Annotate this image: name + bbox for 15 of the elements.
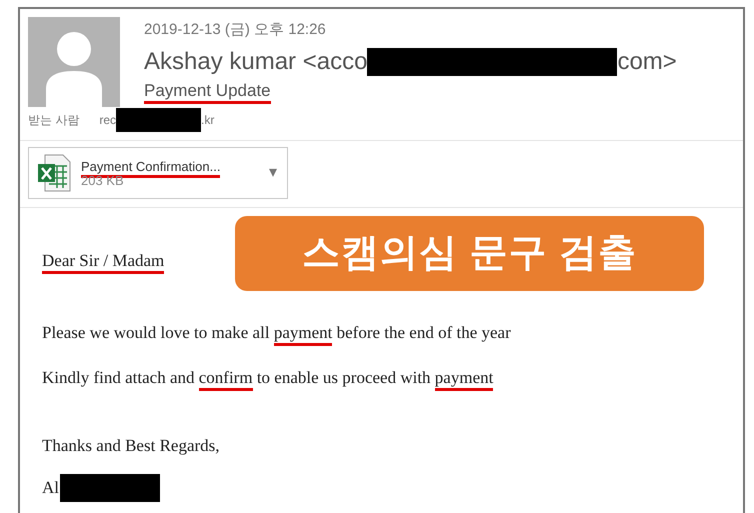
paragraph-text: Kindly find attach and confirm to enable us proceed with payment: [42, 365, 735, 390]
attachment-chip[interactable]: Payment Confirmation... 203 KB ▾: [28, 147, 288, 199]
alert-banner: 스캠의심 문구 검출: [235, 216, 704, 291]
sender-text: Akshay kumar <acco: [144, 48, 368, 76]
recipient-text: .kr: [201, 112, 214, 129]
caret-icon: ▾: [269, 161, 277, 185]
subject-text: Payment Update: [144, 81, 271, 104]
recipient-label: 받는 사람: [28, 112, 80, 129]
date-text: 2019-12-13 (금) 오후 12:26: [144, 20, 327, 40]
recipient-text: rec: [99, 112, 116, 129]
spreadsheet-icon: [37, 154, 71, 192]
signature-text: Al: [42, 477, 59, 500]
paragraph-text: Thanks and Best Regards,: [42, 434, 221, 457]
sender-text: com>: [617, 48, 677, 76]
paragraph-text: Please we would love to make all payment before the end of the year: [42, 320, 735, 345]
